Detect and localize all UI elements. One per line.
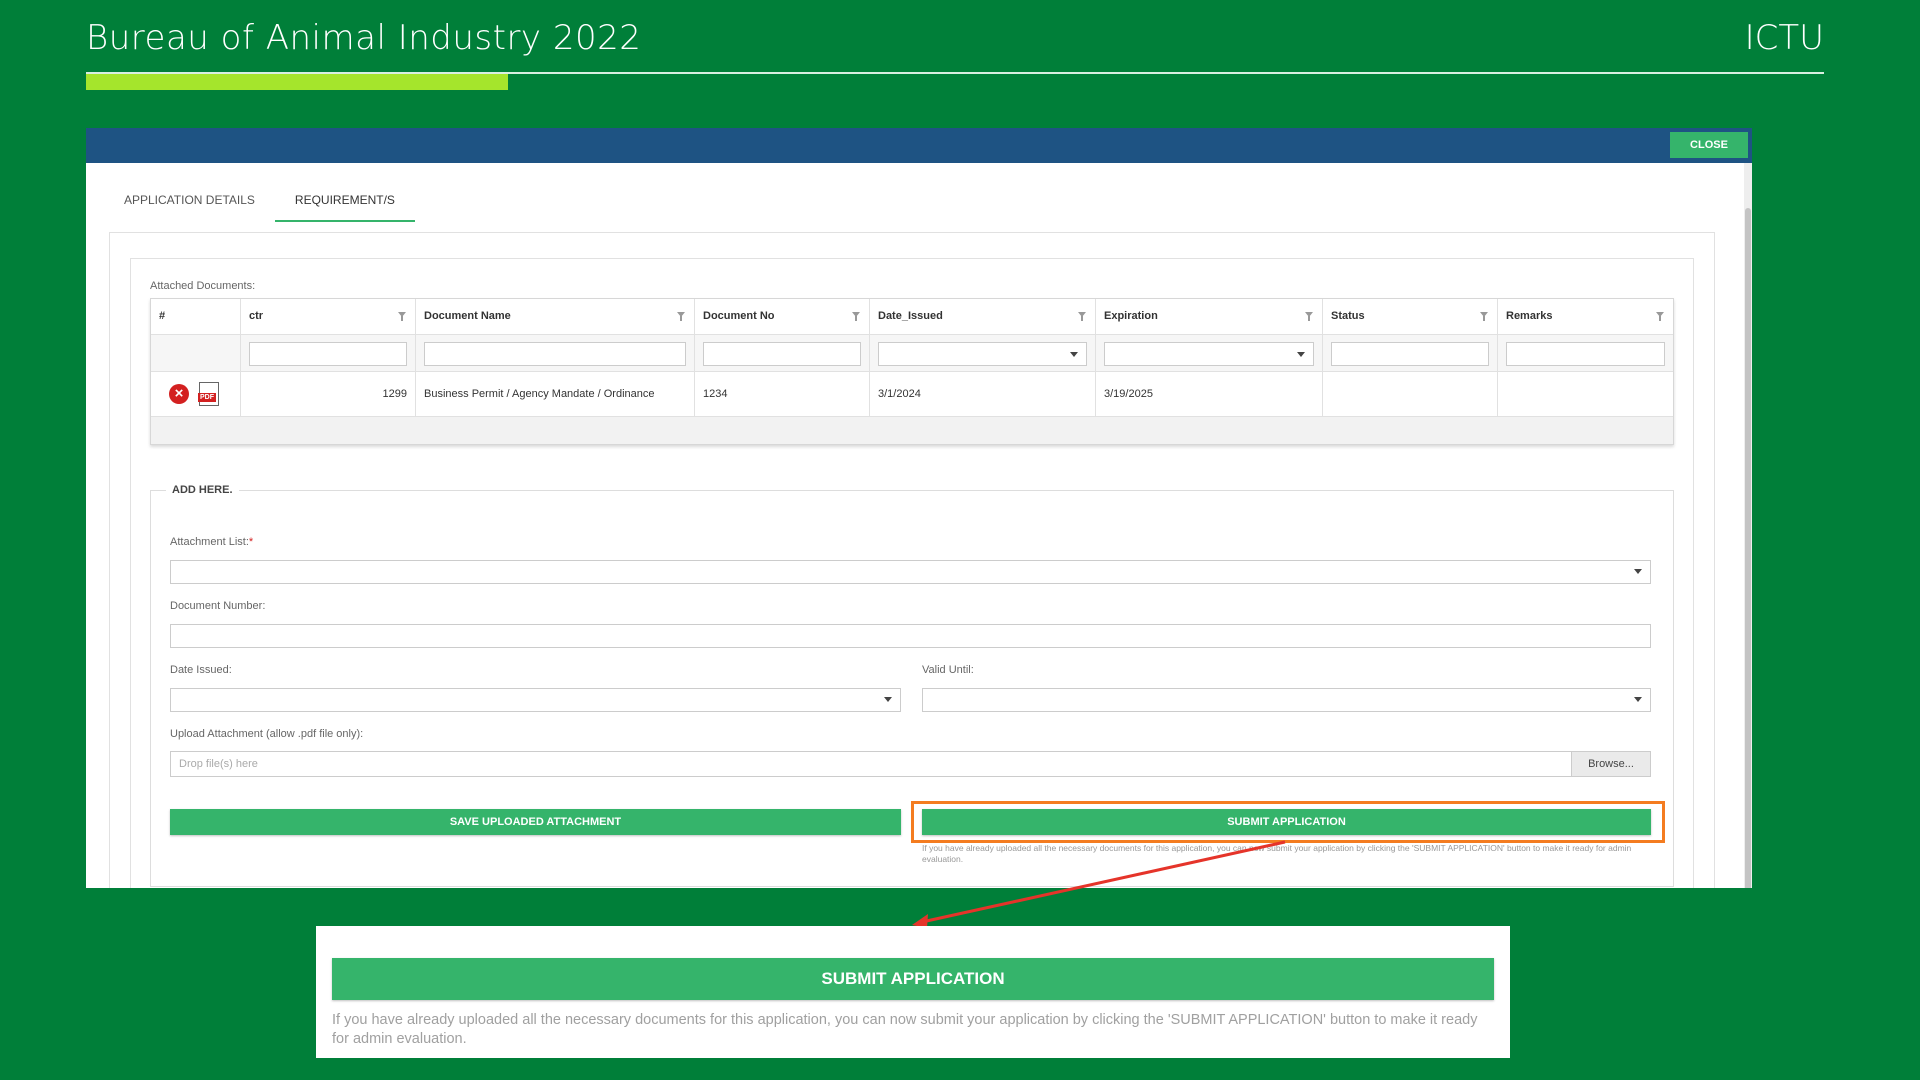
zoomed-submit-hint-text: If you have already uploaded all the nec… xyxy=(332,1012,1478,1047)
zoomed-submit-callout: SUBMIT APPLICATION If you have already u… xyxy=(316,926,1510,1058)
callout-arrow xyxy=(912,840,1286,928)
arrow-line xyxy=(921,840,1286,924)
zoomed-submit-application-button[interactable]: SUBMIT APPLICATION xyxy=(332,958,1494,1000)
